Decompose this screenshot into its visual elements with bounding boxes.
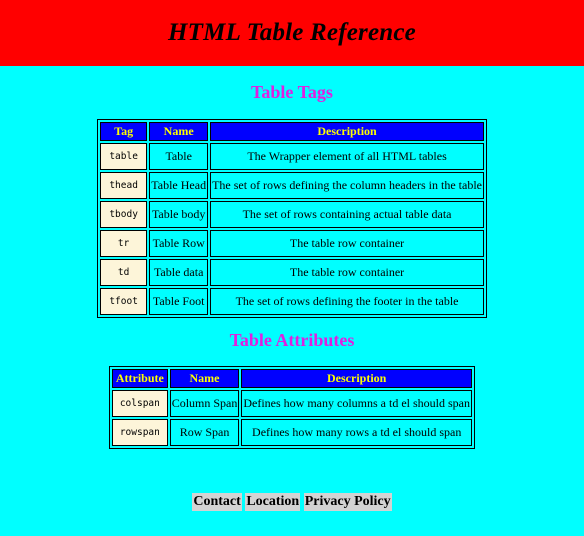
- tag-cell: tfoot: [100, 288, 148, 315]
- attribute-cell: rowspan: [112, 419, 168, 446]
- description-cell: The set of rows containing actual table …: [210, 201, 484, 228]
- header-banner: HTML Table Reference: [0, 0, 584, 66]
- description-cell: The table row container: [210, 230, 484, 257]
- name-cell: Table: [149, 143, 209, 170]
- table-row: table Table The Wrapper element of all H…: [100, 143, 484, 170]
- description-cell: The set of rows defining the column head…: [210, 172, 484, 199]
- name-cell: Row Span: [169, 419, 240, 446]
- description-cell: The Wrapper element of all HTML tables: [210, 143, 484, 170]
- table-tags-heading: Table Tags: [251, 82, 333, 102]
- table-tags-table: Tag Name Description table Table The Wra…: [97, 119, 487, 318]
- tag-cell: thead: [100, 172, 148, 199]
- description-cell: Defines how many columns a td el should …: [241, 390, 472, 417]
- name-cell: Table Head: [149, 172, 209, 199]
- footer-link-privacy-policy[interactable]: Privacy Policy: [303, 493, 392, 511]
- table-row: tr Table Row The table row container: [100, 230, 484, 257]
- table-header-row: Tag Name Description: [100, 122, 484, 141]
- column-header-name: Name: [149, 122, 209, 141]
- tag-cell: tbody: [100, 201, 148, 228]
- table-row: colspan Column Span Defines how many col…: [112, 390, 472, 417]
- description-cell: The table row container: [210, 259, 484, 286]
- table-row: thead Table Head The set of rows definin…: [100, 172, 484, 199]
- table-row: tfoot Table Foot The set of rows definin…: [100, 288, 484, 315]
- column-header-description: Description: [210, 122, 484, 141]
- description-cell: The set of rows defining the footer in t…: [210, 288, 484, 315]
- page-title: HTML Table Reference: [168, 19, 416, 46]
- table-row: rowspan Row Span Defines how many rows a…: [112, 419, 472, 446]
- table-attributes-table: Attribute Name Description colspan Colum…: [109, 366, 475, 449]
- footer-link-location[interactable]: Location: [245, 493, 301, 511]
- name-cell: Table Foot: [149, 288, 209, 315]
- column-header-name: Name: [169, 369, 240, 388]
- description-cell: Defines how many rows a td el should spa…: [241, 419, 472, 446]
- name-cell: Table data: [149, 259, 209, 286]
- footer-link-contact[interactable]: Contact: [192, 493, 242, 511]
- name-cell: Table body: [149, 201, 209, 228]
- table-attributes-heading: Table Attributes: [229, 330, 355, 350]
- tag-cell: tr: [100, 230, 148, 257]
- attribute-cell: colspan: [112, 390, 168, 417]
- column-header-tag: Tag: [100, 122, 148, 141]
- footer-nav: Contact Location Privacy Policy: [0, 493, 584, 511]
- tag-cell: table: [100, 143, 148, 170]
- table-row: tbody Table body The set of rows contain…: [100, 201, 484, 228]
- table-row: td Table data The table row container: [100, 259, 484, 286]
- page: HTML Table Reference Table Tags Tag Name…: [0, 0, 584, 536]
- name-cell: Column Span: [169, 390, 240, 417]
- table-header-row: Attribute Name Description: [112, 369, 472, 388]
- column-header-description: Description: [241, 369, 472, 388]
- column-header-attribute: Attribute: [112, 369, 168, 388]
- name-cell: Table Row: [149, 230, 209, 257]
- tag-cell: td: [100, 259, 148, 286]
